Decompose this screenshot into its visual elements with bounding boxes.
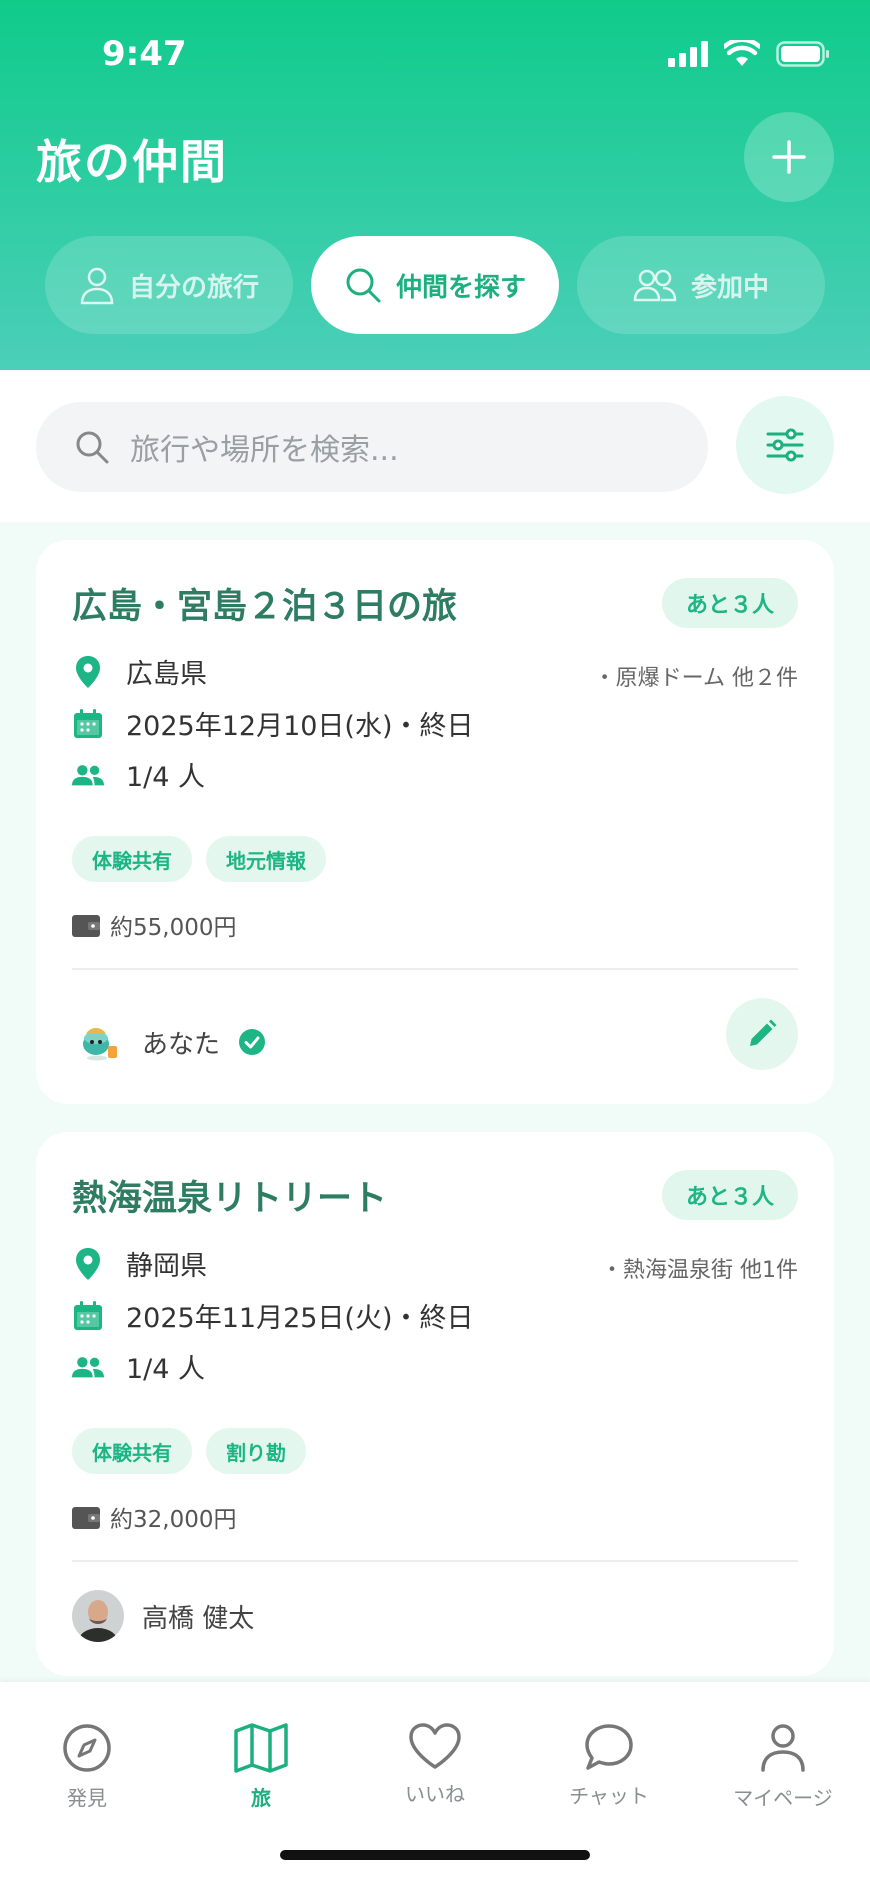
trip-title: 広島・宮島２泊３日の旅: [72, 587, 458, 627]
battery-icon: [776, 41, 829, 67]
trip-tag: 体験共有: [72, 1428, 192, 1474]
signal-icon: [668, 41, 708, 67]
nav-label: 発見: [67, 1786, 107, 1810]
trip-price-row: 約55,000円: [72, 908, 236, 942]
trip-tags: 体験共有 地元情報: [72, 836, 326, 882]
location-pin-icon: [72, 655, 104, 688]
wallet-icon: [72, 1507, 100, 1529]
nav-trips[interactable]: 旅: [191, 1722, 331, 1811]
trip-spots: ・原爆ドーム 他２件: [593, 666, 798, 691]
search-input[interactable]: 旅行や場所を検索...: [36, 402, 708, 492]
trip-location: 静岡県: [126, 1251, 207, 1282]
wifi-icon: [724, 40, 760, 66]
group-icon: [72, 1351, 104, 1383]
edit-button[interactable]: [726, 998, 798, 1070]
trip-date-row: 2025年12月10日(水)・終日: [72, 704, 474, 743]
trip-spots: ・熱海温泉街 他1件: [601, 1258, 798, 1283]
map-icon: [234, 1723, 288, 1773]
filter-button[interactable]: [736, 396, 834, 494]
heart-icon: [409, 1723, 461, 1769]
search-area: 旅行や場所を検索...: [0, 370, 870, 522]
avatar: [72, 1590, 124, 1642]
trip-location-row: 広島県: [72, 652, 207, 691]
trip-owner: あなた: [72, 1016, 266, 1068]
trip-price-row: 約32,000円: [72, 1500, 236, 1534]
tab-label: 仲間を探す: [395, 272, 526, 303]
person-icon: [80, 267, 114, 305]
trip-tag: 地元情報: [206, 836, 326, 882]
nav-chat[interactable]: チャット: [539, 1722, 679, 1809]
remaining-badge: あと３人: [661, 1170, 798, 1220]
status-icons: [668, 40, 830, 68]
card-divider: [72, 1560, 798, 1562]
trip-title: 熱海温泉リトリート: [72, 1179, 388, 1219]
page-title: 旅の仲間: [36, 135, 228, 189]
trip-location: 広島県: [126, 659, 207, 690]
nav-label: マイページ: [733, 1786, 833, 1810]
people-icon: [633, 269, 677, 302]
tab-label: 自分の旅行: [128, 272, 259, 303]
status-time: 9:47: [102, 34, 187, 74]
home-indicator: [280, 1850, 590, 1860]
trip-date: 2025年12月10日(水)・終日: [126, 711, 474, 742]
trip-card[interactable]: 熱海温泉リトリート あと３人 静岡県 ・熱海温泉街 他1件 2025年11月25…: [36, 1132, 834, 1676]
verified-icon: [239, 1029, 266, 1055]
nav-label: 旅: [251, 1786, 271, 1810]
trip-tag: 割り勘: [206, 1428, 306, 1474]
remaining-badge: あと３人: [661, 578, 798, 628]
calendar-icon: [72, 1300, 104, 1332]
tab-joined[interactable]: 参加中: [577, 236, 825, 334]
trip-price: 約32,000円: [110, 1507, 237, 1533]
tab-my-trips[interactable]: 自分の旅行: [45, 236, 293, 334]
trip-date-row: 2025年11月25日(火)・終日: [72, 1296, 474, 1335]
tab-find-companions[interactable]: 仲間を探す: [311, 236, 559, 334]
search-icon: [76, 431, 109, 464]
trip-price: 約55,000円: [110, 915, 237, 941]
nav-likes[interactable]: いいね: [365, 1722, 505, 1807]
chat-icon: [585, 1724, 633, 1770]
trip-tag: 体験共有: [72, 836, 192, 882]
trip-location-row: 静岡県: [72, 1244, 207, 1283]
wallet-icon: [72, 915, 100, 937]
trip-card[interactable]: 広島・宮島２泊３日の旅 あと３人 広島県 ・原爆ドーム 他２件 2025年12月…: [36, 540, 834, 1104]
trip-date: 2025年11月25日(火)・終日: [126, 1303, 474, 1334]
card-divider: [72, 968, 798, 970]
user-icon: [761, 1724, 805, 1772]
group-icon: [72, 759, 104, 791]
owner-name: あなた: [142, 1029, 221, 1060]
trip-members: 1/4 人: [126, 1354, 206, 1385]
add-trip-button[interactable]: [744, 112, 834, 202]
plus-icon: [772, 140, 806, 174]
header: 9:47 旅の仲間 自分の旅行 仲間を探す 参加中: [0, 0, 870, 370]
trip-members-row: 1/4 人: [72, 755, 205, 794]
trip-members-row: 1/4 人: [72, 1347, 205, 1386]
nav-discover[interactable]: 発見: [17, 1722, 157, 1811]
location-pin-icon: [72, 1247, 104, 1280]
pencil-icon: [750, 1019, 777, 1046]
nav-mypage[interactable]: マイページ: [713, 1722, 853, 1811]
nav-label: チャット: [569, 1784, 649, 1808]
sliders-icon: [766, 428, 804, 462]
owner-name: 高橋 健太: [142, 1603, 255, 1634]
search-placeholder: 旅行や場所を検索...: [130, 433, 399, 468]
trip-members: 1/4 人: [126, 762, 206, 793]
avatar: [72, 1016, 124, 1068]
search-icon: [346, 268, 381, 303]
tab-label: 参加中: [690, 272, 769, 303]
compass-icon: [63, 1724, 111, 1772]
trip-tags: 体験共有 割り勘: [72, 1428, 306, 1474]
trip-owner: 高橋 健太: [72, 1590, 254, 1642]
calendar-icon: [72, 708, 104, 740]
nav-label: いいね: [405, 1782, 465, 1806]
